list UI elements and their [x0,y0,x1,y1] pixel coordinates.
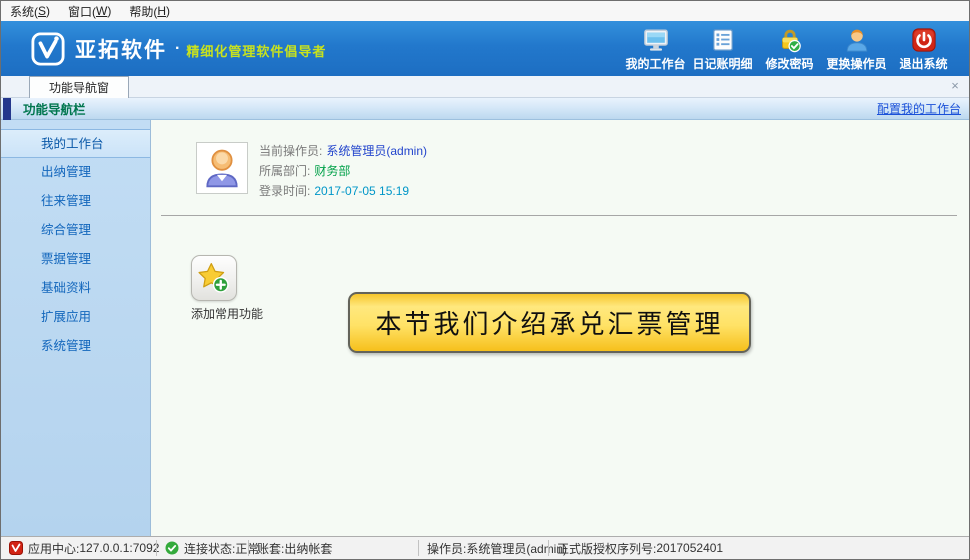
operator-value: 系统管理员(admin) [326,144,427,158]
status-bar: 应用中心: 127.0.0.1:7092 连接状态: 正常 账套: 出纳帐套 操… [1,536,969,559]
my-workbench-button[interactable]: 我的工作台 [622,25,689,72]
license-value: 2017052401 [656,541,723,555]
login-time-label: 登录时间: [259,184,310,198]
operator-row: 当前操作员: 系统管理员(admin) [259,141,427,161]
green-check-icon [165,541,179,555]
sidebar-item-transactions[interactable]: 往来管理 [1,187,150,216]
brand-name: 亚拓软件 [75,34,167,64]
app-center-status: 应用中心: 127.0.0.1:7092 [1,540,156,556]
switch-operator-button[interactable]: 更换操作员 [823,25,890,72]
lesson-banner-text: 本节我们介绍承兑汇票管理 [375,304,723,341]
login-time-value: 2017-07-05 15:19 [314,184,409,198]
menu-label: 系统( [10,3,38,20]
menu-label: ) [107,4,111,18]
add-favorite-button[interactable] [191,255,237,301]
star-plus-icon [196,260,232,296]
account-set-value: 出纳帐套 [284,540,332,557]
menu-system[interactable]: 系统(S) [1,1,59,21]
sidebar-item-system[interactable]: 系统管理 [1,332,150,361]
menu-help[interactable]: 帮助(H) [120,1,179,21]
license-status: 正式版 授权序列号: 2017052401 [548,540,731,556]
menu-label: ) [166,4,170,18]
license-label: 授权序列号: [593,540,656,557]
toolbar-button-label: 更换操作员 [826,55,886,72]
close-icon[interactable]: × [947,78,963,94]
separator [161,215,957,216]
power-icon [911,27,937,53]
menu-label: 窗口( [68,3,96,20]
change-password-button[interactable]: 修改密码 [756,25,823,72]
ledger-icon [710,27,736,53]
operator-icon [844,27,870,53]
tab-function-navigator[interactable]: 功能导航窗 [29,76,129,98]
department-value: 财务部 [314,164,350,178]
operator-status-label: 操作员: [427,540,466,557]
menu-hotkey: W [96,4,107,18]
tab-strip: 功能导航窗 × [1,76,969,98]
app-logo-icon [9,541,23,555]
app-header: 亚拓软件 · 精细化管理软件倡导者 我的工作台 [1,21,969,76]
toolbar-button-label: 日记账明细 [692,55,752,72]
menu-hotkey: H [157,4,166,18]
main-content: 当前操作员: 系统管理员(admin) 所属部门: 财务部 登录时间: 2017-07… [151,120,969,536]
sidebar-item-extensions[interactable]: 扩展应用 [1,303,150,332]
toolbar-button-label: 我的工作台 [625,55,685,72]
brand-logo-icon [31,32,65,66]
user-info-panel: 当前操作员: 系统管理员(admin) 所属部门: 财务部 登录时间: 2017-07… [259,141,427,201]
brand-slogan: 精细化管理软件倡导者 [186,38,326,60]
operator-status: 操作员: 系统管理员(admin) [418,540,548,556]
monitor-icon [643,27,669,53]
menu-label: ) [46,4,50,18]
header-toolbar: 我的工作台 日记账明细 修改密码 [622,25,957,72]
brand-dot: · [175,40,180,58]
account-set-status: 账套: 出纳帐套 [248,540,418,556]
menu-label: 帮助( [129,3,157,20]
account-set-label: 账套: [257,540,284,557]
lock-check-icon [777,27,803,53]
sidebar-item-basic-data[interactable]: 基础资料 [1,274,150,303]
toolbar-button-label: 退出系统 [899,55,947,72]
journal-detail-button[interactable]: 日记账明细 [689,25,756,72]
app-center-value: 127.0.0.1:7092 [79,541,159,555]
menu-hotkey: S [38,4,46,18]
avatar [196,142,248,194]
sidebar-item-cashier[interactable]: 出纳管理 [1,158,150,187]
app-window: 系统(S) 窗口(W) 帮助(H) 亚拓软件 · 精细化管理软件倡导者 [0,0,970,560]
content-header: 功能导航栏 配置我的工作台 [1,98,969,120]
add-favorite-label: 添加常用功能 [177,305,277,322]
avatar-icon [200,146,244,190]
login-time-row: 登录时间: 2017-07-05 15:19 [259,181,427,201]
license-edition: 正式版 [557,540,593,557]
panel-title: 功能导航栏 [23,99,86,118]
app-center-label: 应用中心: [28,540,79,557]
brand: 亚拓软件 · 精细化管理软件倡导者 [31,32,326,66]
menu-window[interactable]: 窗口(W) [59,1,120,21]
sidebar-item-comprehensive[interactable]: 综合管理 [1,216,150,245]
exit-system-button[interactable]: 退出系统 [890,25,957,72]
lesson-banner: 本节我们介绍承兑汇票管理 [348,292,751,353]
sidebar-item-my-workbench[interactable]: 我的工作台 [1,129,150,158]
department-row: 所属部门: 财务部 [259,161,427,181]
connection-status: 连接状态: 正常 [156,540,248,556]
configure-workbench-link[interactable]: 配置我的工作台 [877,100,961,117]
body: 我的工作台 出纳管理 往来管理 综合管理 票据管理 基础资料 扩展应用 系统管理… [1,120,969,536]
accent-bar [3,98,11,120]
menu-bar: 系统(S) 窗口(W) 帮助(H) [1,1,969,21]
add-favorite-shortcut: 添加常用功能 [191,255,291,322]
operator-label: 当前操作员: [259,144,322,158]
toolbar-button-label: 修改密码 [765,55,813,72]
sidebar-item-bills[interactable]: 票据管理 [1,245,150,274]
department-label: 所属部门: [259,164,310,178]
connection-label: 连接状态: [184,540,235,557]
sidebar-nav: 我的工作台 出纳管理 往来管理 综合管理 票据管理 基础资料 扩展应用 系统管理 [1,120,151,536]
